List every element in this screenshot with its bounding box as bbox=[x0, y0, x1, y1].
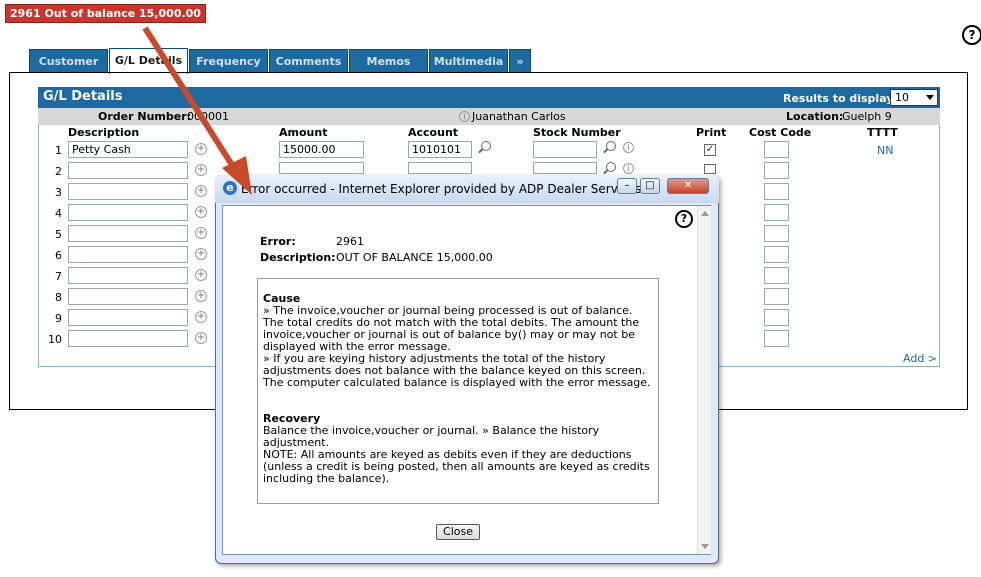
column-cost-code: Cost Code bbox=[749, 126, 812, 139]
cause-text: » The invoice,voucher or journal being p… bbox=[263, 304, 651, 389]
stock-number-input[interactable] bbox=[533, 162, 597, 174]
expand-icon[interactable]: + bbox=[195, 206, 207, 218]
expand-icon[interactable]: + bbox=[195, 290, 207, 302]
tab-frequency[interactable]: Frequency bbox=[189, 49, 268, 73]
cost-code-input[interactable] bbox=[764, 288, 789, 305]
description-input[interactable] bbox=[68, 309, 188, 326]
scroll-down-icon[interactable] bbox=[701, 544, 709, 549]
cost-code-input[interactable] bbox=[764, 162, 789, 179]
cost-code-input[interactable] bbox=[764, 309, 789, 326]
description-input[interactable]: Petty Cash bbox=[68, 141, 188, 158]
print-checkbox[interactable]: ✓ bbox=[704, 144, 716, 156]
print-checkbox[interactable] bbox=[704, 164, 716, 174]
expand-icon[interactable]: + bbox=[195, 143, 207, 155]
order-number-label: Order Number: bbox=[98, 110, 192, 123]
expand-icon[interactable]: + bbox=[195, 185, 207, 197]
row-number: 8 bbox=[55, 291, 62, 304]
error-details-box: Cause » The invoice,voucher or journal b… bbox=[257, 278, 659, 504]
description-input[interactable] bbox=[68, 183, 188, 200]
cost-code-input[interactable] bbox=[764, 225, 789, 242]
expand-icon[interactable]: + bbox=[195, 248, 207, 260]
row-number: 4 bbox=[55, 207, 62, 220]
minimize-button[interactable]: – bbox=[617, 178, 637, 194]
row-number: 6 bbox=[55, 249, 62, 262]
account-input[interactable]: 1010101 bbox=[408, 141, 472, 158]
maximize-button[interactable]: □ bbox=[640, 178, 660, 194]
stock-number-input[interactable] bbox=[533, 141, 597, 158]
row-number: 3 bbox=[55, 186, 62, 199]
row-number: 10 bbox=[48, 333, 62, 346]
row-number: 9 bbox=[55, 312, 62, 325]
tab-comments[interactable]: Comments bbox=[269, 49, 348, 73]
results-to-display-label: Results to display: bbox=[783, 92, 898, 105]
error-label: Error: bbox=[260, 235, 296, 248]
column-tttt: TTTT bbox=[867, 126, 898, 139]
stock-info-icon[interactable]: i bbox=[623, 163, 634, 174]
results-value: 10 bbox=[895, 91, 909, 104]
description-input[interactable] bbox=[68, 246, 188, 263]
close-button[interactable]: Close bbox=[436, 524, 480, 540]
cost-code-input[interactable] bbox=[764, 204, 789, 221]
expand-icon[interactable]: + bbox=[195, 269, 207, 281]
column-description: Description bbox=[68, 126, 140, 139]
description-input[interactable] bbox=[68, 225, 188, 242]
dialog-scrollbar[interactable] bbox=[697, 206, 711, 554]
cost-code-input[interactable] bbox=[764, 246, 789, 263]
dialog-title: Error occurred - Internet Explorer provi… bbox=[241, 182, 642, 196]
row-number: 2 bbox=[55, 165, 62, 178]
customer-info-icon[interactable]: i bbox=[459, 111, 470, 122]
row-number: 7 bbox=[55, 270, 62, 283]
column-account: Account bbox=[408, 126, 459, 139]
description-label: Description: bbox=[260, 251, 336, 264]
cost-code-input[interactable] bbox=[764, 183, 789, 200]
error-value: 2961 bbox=[336, 235, 364, 248]
customer-name: Juanathan Carlos bbox=[472, 110, 566, 123]
column-amount: Amount bbox=[279, 126, 328, 139]
tab-gl-details[interactable]: G/L Details bbox=[109, 48, 188, 74]
description-input[interactable] bbox=[68, 288, 188, 305]
column-stock-number: Stock Number bbox=[533, 126, 621, 139]
results-to-display-select[interactable]: 10 bbox=[890, 89, 938, 106]
amount-input[interactable]: 15000.00 bbox=[279, 141, 364, 158]
description-input[interactable] bbox=[68, 204, 188, 221]
row-number: 5 bbox=[55, 228, 62, 241]
column-print: Print bbox=[696, 126, 727, 139]
description-input[interactable] bbox=[68, 162, 188, 179]
tab-more[interactable]: » bbox=[509, 49, 531, 73]
row-number: 1 bbox=[55, 144, 62, 157]
close-window-button[interactable]: ✕ bbox=[667, 178, 709, 194]
scroll-up-icon[interactable] bbox=[701, 211, 709, 216]
tab-multimedia[interactable]: Multimedia bbox=[429, 49, 508, 73]
expand-icon[interactable]: + bbox=[195, 332, 207, 344]
tttt-link[interactable]: NN bbox=[877, 144, 893, 157]
stock-search-icon[interactable] bbox=[606, 162, 616, 172]
cost-code-input[interactable] bbox=[764, 141, 789, 158]
location-value: Guelph 9 bbox=[842, 110, 892, 123]
description-input[interactable] bbox=[68, 267, 188, 284]
description-input[interactable] bbox=[68, 330, 188, 347]
tab-customer[interactable]: Customer bbox=[29, 49, 108, 73]
chevron-down-icon bbox=[926, 95, 934, 100]
expand-icon[interactable]: + bbox=[195, 227, 207, 239]
dialog-help-icon[interactable]: ? bbox=[675, 210, 693, 228]
expand-icon[interactable]: + bbox=[195, 311, 207, 323]
amount-input[interactable] bbox=[279, 162, 364, 174]
help-icon[interactable]: ? bbox=[962, 25, 981, 45]
stock-info-icon[interactable]: i bbox=[623, 142, 634, 153]
expand-icon[interactable]: + bbox=[195, 164, 207, 176]
error-status-badge: 2961 Out of balance 15,000.00 bbox=[5, 4, 206, 23]
cost-code-input[interactable] bbox=[764, 267, 789, 284]
account-input[interactable] bbox=[408, 162, 472, 174]
order-number-value: 000001 bbox=[187, 110, 229, 123]
gl-details-title: G/L Details bbox=[43, 89, 123, 104]
cost-code-input[interactable] bbox=[764, 330, 789, 347]
internet-explorer-icon: e bbox=[223, 181, 237, 195]
stock-search-icon[interactable] bbox=[606, 141, 616, 151]
description-value: OUT OF BALANCE 15,000.00 bbox=[336, 251, 493, 264]
account-search-icon[interactable] bbox=[481, 141, 491, 151]
location-label: Location: bbox=[786, 110, 844, 123]
add-row-link[interactable]: Add > bbox=[903, 352, 937, 365]
recovery-text: Balance the invoice,voucher or journal. … bbox=[263, 424, 650, 485]
tab-memos[interactable]: Memos bbox=[349, 49, 428, 73]
